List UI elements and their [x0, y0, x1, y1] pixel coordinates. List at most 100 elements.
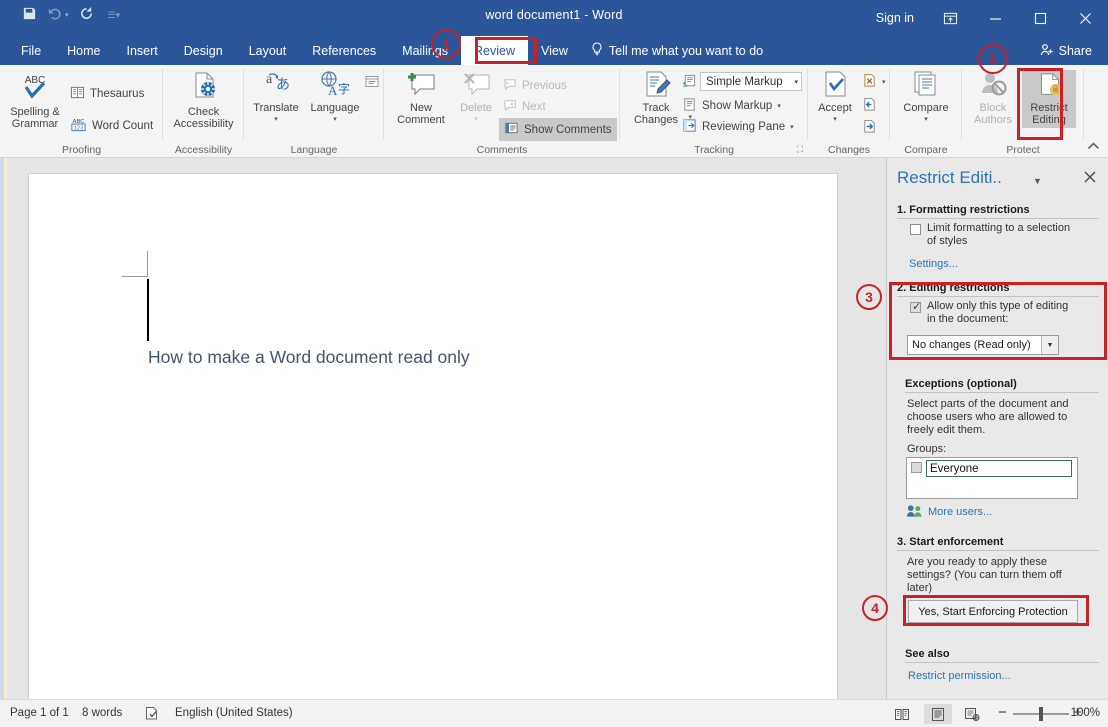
- spelling-and-grammar-label: Spelling & Grammar: [10, 106, 60, 130]
- panel-close-icon[interactable]: [1084, 170, 1096, 187]
- document-body-text[interactable]: How to make a Word document read only: [148, 347, 470, 368]
- restrict-editing-icon: [1034, 72, 1064, 100]
- proofing-errors-icon[interactable]: [144, 706, 160, 724]
- editing-type-dropdown[interactable]: No changes (Read only) ▼: [907, 335, 1059, 355]
- thesaurus-button[interactable]: Thesaurus: [70, 85, 144, 103]
- lightbulb-icon: [591, 42, 603, 59]
- accept-dropdown-icon[interactable]: ▾: [833, 114, 837, 126]
- read-mode-icon[interactable]: [888, 704, 916, 724]
- print-layout-icon[interactable]: [924, 704, 952, 724]
- compare-documents-button[interactable]: Compare ▾: [894, 70, 958, 126]
- display-for-review-combo[interactable]: Simple Markup ▾: [700, 72, 802, 91]
- ribbon-group-comments: New Comment Delete ▾ Previous Next: [384, 65, 620, 158]
- tab-references[interactable]: References: [299, 36, 389, 65]
- translate-button[interactable]: aあ Translate ▾: [248, 70, 304, 126]
- new-comment-button[interactable]: New Comment: [392, 70, 450, 126]
- tab-home[interactable]: Home: [54, 36, 113, 65]
- annotation-marker-4: 4: [862, 595, 888, 621]
- ribbon-tabs: File Home Insert Design Layout Reference…: [8, 36, 773, 65]
- tab-file[interactable]: File: [8, 36, 54, 65]
- ribbon-display-options-icon[interactable]: [928, 0, 973, 36]
- show-comments-button[interactable]: Show Comments: [499, 118, 617, 141]
- allow-only-this-type-checkbox[interactable]: [910, 302, 921, 313]
- tab-layout[interactable]: Layout: [236, 36, 300, 65]
- delete-comment-button[interactable]: Delete ▾: [454, 70, 498, 126]
- track-changes-icon: [639, 70, 673, 100]
- show-markup-label: Show Markup: [702, 100, 772, 112]
- sign-in-button[interactable]: Sign in: [862, 11, 928, 25]
- display-for-review-chevron-icon[interactable]: ▾: [788, 78, 798, 86]
- tell-me-search[interactable]: Tell me what you want to do: [581, 36, 773, 65]
- tab-view[interactable]: View: [528, 36, 581, 65]
- zoom-out-icon[interactable]: −: [998, 707, 1007, 719]
- collapse-ribbon-chevron-icon[interactable]: [1087, 141, 1100, 155]
- language-dropdown-icon[interactable]: ▾: [333, 114, 337, 126]
- dropdown-chevron-icon[interactable]: ▼: [1041, 336, 1058, 354]
- see-also-heading: See also: [905, 648, 950, 660]
- language-indicator[interactable]: English (United States): [175, 707, 293, 719]
- show-markup-button[interactable]: Show Markup ▾: [682, 97, 781, 115]
- tab-review[interactable]: Review: [461, 36, 528, 65]
- display-for-review-icon[interactable]: [682, 74, 697, 92]
- limit-formatting-checkbox[interactable]: [910, 224, 921, 235]
- group-item-everyone-label: Everyone: [930, 463, 979, 475]
- track-changes-button[interactable]: Track Changes ▾: [628, 70, 684, 126]
- ribbon-group-label-changes: Changes: [808, 144, 890, 156]
- web-layout-icon[interactable]: [958, 704, 986, 724]
- dialog-box-launcher-icon[interactable]: ⛶: [797, 144, 803, 155]
- reject-change-icon: [862, 73, 877, 91]
- show-markup-dropdown-icon[interactable]: ▾: [777, 102, 781, 110]
- minimize-icon[interactable]: [973, 0, 1018, 36]
- block-authors-button[interactable]: Block Authors ▾: [966, 70, 1020, 126]
- reject-dropdown-icon[interactable]: ▾: [882, 78, 886, 86]
- formatting-settings-link[interactable]: Settings...: [909, 258, 958, 270]
- check-accessibility-button[interactable]: Check Accessibility: [167, 70, 240, 130]
- title-bar: ▾ ☰▾ word document1 - Word Sign in: [0, 0, 1108, 36]
- linked-notes-button[interactable]: [364, 74, 380, 92]
- maximize-icon[interactable]: [1018, 0, 1063, 36]
- tab-design[interactable]: Design: [171, 36, 236, 65]
- reject-change-button[interactable]: ▾: [862, 73, 886, 91]
- zoom-slider-handle[interactable]: [1039, 707, 1043, 721]
- ribbon-group-language: aあ Translate ▾ A字 Language ▾ Language: [244, 65, 384, 158]
- panel-menu-chevron-icon[interactable]: ▼: [1033, 176, 1042, 186]
- thesaurus-book-icon: [70, 85, 85, 103]
- text-cursor-icon: [147, 279, 149, 341]
- previous-comment-button[interactable]: Previous: [502, 77, 567, 94]
- restrict-editing-button[interactable]: Restrict Editing: [1022, 70, 1076, 128]
- start-enforcement-heading: 3. Start enforcement: [897, 536, 1003, 548]
- word-count-indicator[interactable]: 8 words: [82, 707, 122, 719]
- share-button[interactable]: Share: [1030, 39, 1102, 63]
- translate-dropdown-icon[interactable]: ▾: [274, 114, 278, 126]
- zoom-level-indicator[interactable]: 100%: [1071, 707, 1100, 719]
- word-count-button[interactable]: ABC123 Word Count: [70, 116, 153, 136]
- previous-change-button[interactable]: [862, 97, 877, 115]
- reviewing-pane-button[interactable]: Reviewing Pane ▾: [682, 118, 794, 136]
- annotation-marker-3-label: 3: [865, 289, 873, 305]
- reviewing-pane-icon: [682, 118, 697, 136]
- document-page[interactable]: How to make a Word document read only: [28, 173, 838, 699]
- svg-text:123: 123: [74, 126, 83, 132]
- compare-dropdown-icon[interactable]: ▾: [924, 114, 928, 126]
- left-edge-strip-secondary: [4, 158, 7, 699]
- reviewing-pane-dropdown-icon[interactable]: ▾: [790, 123, 794, 131]
- annotation-marker-4-label: 4: [871, 600, 879, 616]
- tab-insert[interactable]: Insert: [114, 36, 171, 65]
- next-change-button[interactable]: [862, 119, 877, 137]
- restrict-permission-link[interactable]: Restrict permission...: [908, 670, 1011, 682]
- everyone-checkbox[interactable]: [911, 462, 922, 473]
- page-indicator[interactable]: Page 1 of 1: [10, 707, 69, 719]
- language-label: Language: [311, 102, 360, 114]
- translate-label: Translate: [253, 102, 298, 114]
- more-users-link[interactable]: More users...: [928, 506, 992, 518]
- delete-dropdown-icon[interactable]: ▾: [474, 114, 478, 126]
- show-comments-label: Show Comments: [524, 124, 612, 136]
- ribbon-group-label-accessibility: Accessibility: [163, 144, 244, 156]
- document-canvas[interactable]: How to make a Word document read only: [0, 158, 886, 699]
- close-icon[interactable]: [1063, 0, 1108, 36]
- next-comment-button[interactable]: Next: [502, 98, 546, 115]
- language-button[interactable]: A字 Language ▾: [306, 70, 364, 126]
- spelling-and-grammar-button[interactable]: ABC Spelling & Grammar: [6, 70, 64, 130]
- accept-change-button[interactable]: Accept ▾: [812, 70, 858, 126]
- start-enforcing-protection-button[interactable]: Yes, Start Enforcing Protection: [908, 600, 1078, 623]
